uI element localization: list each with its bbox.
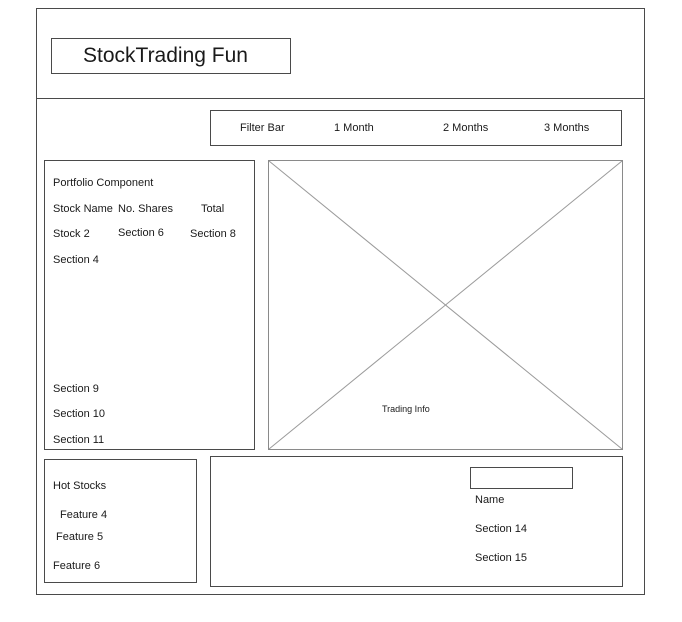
details-section-15: Section 15 bbox=[475, 552, 527, 564]
portfolio-section-9: Section 9 bbox=[53, 383, 99, 395]
portfolio-cell-total: Section 8 bbox=[190, 228, 236, 240]
portfolio-cell-stock[interactable]: Stock 2 bbox=[53, 229, 90, 240]
placeholder-cross-icon bbox=[269, 161, 622, 449]
filter-1-month[interactable]: 1 Month bbox=[334, 123, 374, 134]
trading-chart-placeholder bbox=[268, 160, 623, 450]
name-input[interactable] bbox=[470, 467, 573, 489]
header-divider bbox=[36, 98, 645, 99]
details-section-14: Section 14 bbox=[475, 523, 527, 535]
filter-3-months[interactable]: 3 Months bbox=[544, 123, 589, 134]
name-label: Name bbox=[475, 494, 505, 506]
hot-stock-feature-6[interactable]: Feature 6 bbox=[53, 561, 100, 572]
portfolio-cell-shares: Section 6 bbox=[118, 227, 164, 239]
column-no-shares: No. Shares bbox=[118, 203, 174, 215]
hot-stocks-title: Hot Stocks bbox=[53, 480, 107, 492]
filter-2-months[interactable]: 2 Months bbox=[443, 123, 488, 134]
portfolio-title: Portfolio Component bbox=[53, 177, 154, 189]
hot-stock-feature-4[interactable]: Feature 4 bbox=[60, 510, 107, 521]
column-stock-name: Stock Name bbox=[53, 203, 113, 215]
hot-stock-feature-5[interactable]: Feature 5 bbox=[56, 532, 103, 543]
portfolio-section-11: Section 11 bbox=[53, 434, 105, 446]
app-title: StockTrading Fun bbox=[83, 44, 248, 67]
portfolio-section-10: Section 10 bbox=[53, 408, 105, 420]
portfolio-section-4: Section 4 bbox=[53, 254, 99, 266]
filter-bar-label: Filter Bar bbox=[240, 122, 285, 134]
column-total: Total bbox=[201, 203, 225, 215]
chart-label: Trading Info bbox=[382, 404, 430, 414]
